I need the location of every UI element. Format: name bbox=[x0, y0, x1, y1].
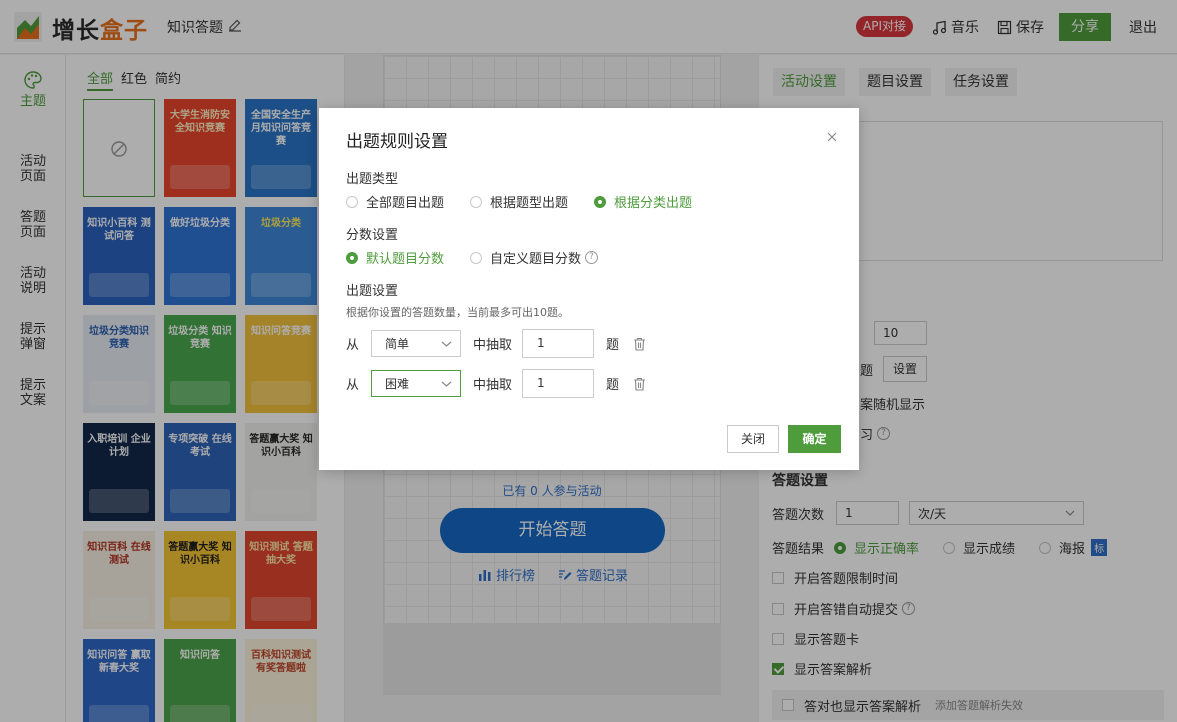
score-options: 默认题目分数 自定义题目分数? bbox=[346, 248, 599, 267]
confirm-button[interactable]: 确定 bbox=[788, 425, 841, 453]
radio-icon[interactable] bbox=[346, 195, 358, 208]
score-option-default[interactable]: 默认题目分数 bbox=[346, 248, 444, 267]
from-label: 从 bbox=[346, 378, 360, 393]
radio-icon[interactable] bbox=[470, 195, 483, 208]
option-label: 根据分类出题 bbox=[614, 196, 693, 211]
count-input[interactable]: 1 bbox=[522, 329, 595, 358]
count-input[interactable]: 1 bbox=[522, 369, 595, 398]
category-value: 简单 bbox=[385, 337, 410, 351]
category-value: 困难 bbox=[385, 377, 410, 391]
type-option-by-type[interactable]: 根据题型出题 bbox=[470, 192, 568, 211]
question-type-options: 全部题目出题 根据题型出题 根据分类出题 bbox=[346, 192, 718, 211]
unit-label: 题 bbox=[606, 378, 620, 393]
radio-icon[interactable] bbox=[470, 251, 483, 264]
category-select[interactable]: 困难 bbox=[371, 370, 462, 397]
score-settings-label: 分数设置 bbox=[346, 228, 399, 243]
draw-label: 中抽取 bbox=[473, 338, 513, 353]
unit-label: 题 bbox=[606, 338, 620, 353]
radio-icon[interactable] bbox=[594, 195, 607, 208]
trash-icon[interactable] bbox=[633, 337, 646, 351]
rule-row-1: 从 简单 中抽取 1 题 bbox=[346, 329, 646, 358]
help-icon[interactable]: ? bbox=[585, 251, 599, 264]
type-option-by-category[interactable]: 根据分类出题 bbox=[594, 192, 692, 211]
category-select[interactable]: 简单 bbox=[371, 330, 462, 357]
type-option-all[interactable]: 全部题目出题 bbox=[346, 192, 444, 211]
from-label: 从 bbox=[346, 338, 360, 353]
option-label: 根据题型出题 bbox=[490, 196, 569, 211]
rule-hint: 根据你设置的答题数量，当前最多可出10题。 bbox=[346, 306, 569, 319]
option-label: 自定义题目分数 bbox=[490, 252, 582, 267]
close-button[interactable]: 关闭 bbox=[727, 425, 779, 453]
chevron-down-icon bbox=[441, 341, 452, 347]
score-option-custom[interactable]: 自定义题目分数? bbox=[470, 248, 599, 267]
rule-row-2: 从 困难 中抽取 1 题 bbox=[346, 369, 646, 398]
radio-icon[interactable] bbox=[346, 251, 358, 264]
option-label: 默认题目分数 bbox=[366, 252, 445, 267]
question-rule-dialog: 出题规则设置 出题类型 全部题目出题 根据题型出题 根据分类出题 分数设置 默认… bbox=[319, 108, 859, 470]
draw-label: 中抽取 bbox=[473, 378, 513, 393]
chevron-down-icon bbox=[441, 381, 452, 387]
trash-icon[interactable] bbox=[633, 377, 646, 391]
close-icon[interactable] bbox=[825, 130, 839, 144]
option-label: 全部题目出题 bbox=[366, 196, 445, 211]
dialog-title: 出题规则设置 bbox=[346, 132, 448, 152]
rule-settings-label: 出题设置 bbox=[346, 284, 399, 299]
question-type-label: 出题类型 bbox=[346, 172, 399, 187]
